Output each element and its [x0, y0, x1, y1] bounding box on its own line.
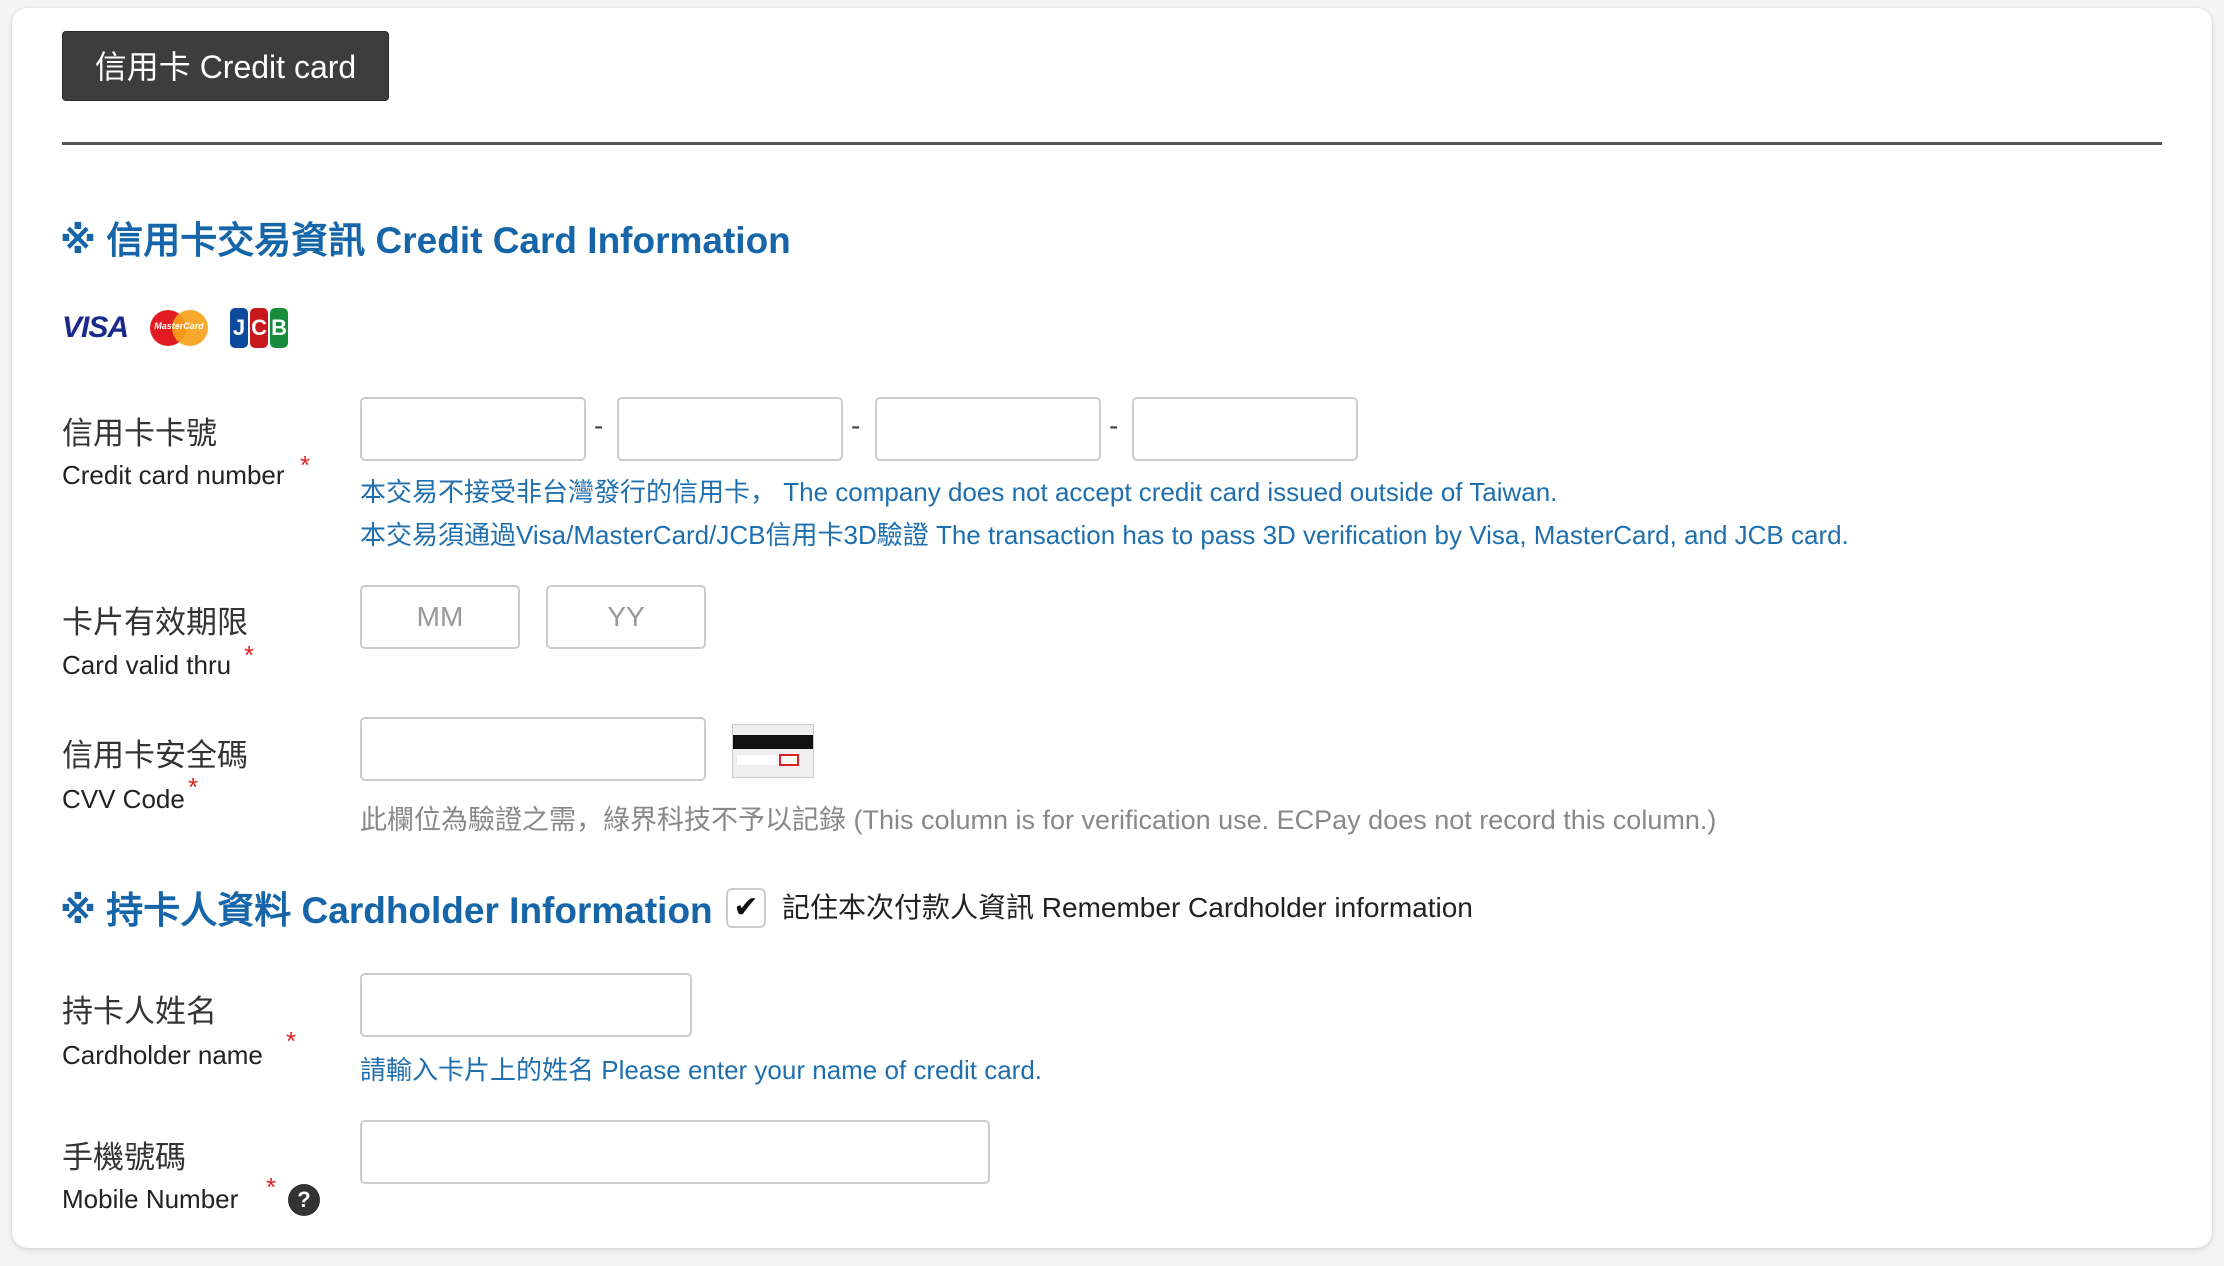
3d-verification-note: 本交易須通過Visa/MasterCard/JCB信用卡3D驗證 The tra… [360, 520, 1849, 550]
card-number-label-zh: 信用卡卡號 [62, 416, 217, 452]
required-mark: * [188, 772, 199, 802]
expiry-month-input[interactable] [360, 585, 520, 649]
remember-label[interactable]: 記住本次付款人資訊 Remember Cardholder informatio… [782, 888, 1473, 928]
cvv-label-en: CVV Code [62, 784, 185, 814]
separator: - [594, 410, 604, 441]
mastercard-logo-icon: MasterCard [150, 310, 209, 346]
cvv-note: 此欄位為驗證之需，綠界科技不予以記錄 (This column is for v… [360, 805, 1717, 835]
cvv-label-zh: 信用卡安全碼 [62, 738, 248, 774]
credit-card-info-title: ※ 信用卡交易資訊 Credit Card Information [60, 220, 791, 261]
cardholder-name-input[interactable] [360, 973, 692, 1037]
card-number-input-1[interactable] [360, 397, 586, 461]
help-icon[interactable]: ? [288, 1184, 320, 1216]
card-number-input-3[interactable] [875, 397, 1101, 461]
card-number-input-2[interactable] [617, 397, 843, 461]
divider [62, 142, 2162, 145]
valid-thru-label-zh: 卡片有效期限 [62, 605, 248, 641]
holder-name-label-zh: 持卡人姓名 [62, 994, 217, 1030]
cvv-card-back-icon [732, 724, 814, 778]
credit-card-tab[interactable]: 信用卡 Credit card [62, 31, 389, 101]
separator: - [1109, 410, 1119, 441]
valid-thru-label-en: Card valid thru [62, 650, 232, 680]
mobile-label-zh: 手機號碼 [62, 1140, 186, 1176]
expiry-year-input[interactable] [546, 585, 706, 649]
required-mark: * [266, 1172, 277, 1202]
payment-form-card [12, 8, 2212, 1248]
mobile-number-input[interactable] [360, 1120, 990, 1184]
card-number-input-4[interactable] [1132, 397, 1358, 461]
card-number-label-en: Credit card number [62, 460, 285, 490]
visa-logo-icon: VISA [62, 311, 129, 344]
card-issuer-note: 本交易不接受非台灣發行的信用卡， The company does not ac… [360, 477, 1558, 507]
required-mark: * [286, 1026, 297, 1056]
required-mark: * [244, 640, 255, 670]
holder-name-label-en: Cardholder name [62, 1040, 263, 1070]
remember-checkbox[interactable]: ✔ [726, 888, 766, 928]
required-mark: * [300, 450, 311, 480]
cvv-input[interactable] [360, 717, 706, 781]
card-brand-logos: VISA MasterCard J C B [62, 305, 289, 351]
separator: - [851, 410, 861, 441]
cardholder-info-title: ※ 持卡人資料 Cardholder Information [60, 890, 713, 931]
mobile-label-en: Mobile Number [62, 1184, 239, 1214]
jcb-logo-icon: J C B [230, 308, 289, 348]
holder-name-note: 請輸入卡片上的姓名 Please enter your name of cred… [360, 1055, 1043, 1085]
